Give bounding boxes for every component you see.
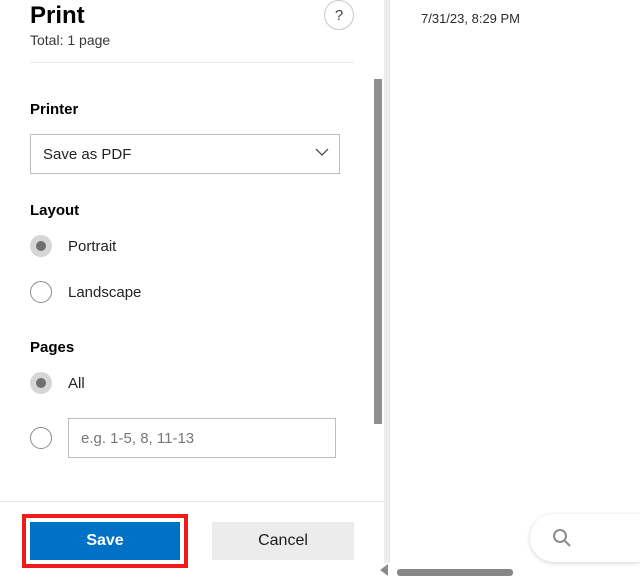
preview-timestamp: 7/31/23, 8:29 PM — [421, 11, 520, 26]
divider-bar — [384, 0, 390, 563]
layout-option-portrait[interactable]: Portrait — [30, 235, 354, 257]
panel-body: Printer Save as PDF Layout Portrait Land… — [0, 73, 384, 501]
tutorial-highlight: Save — [22, 514, 188, 568]
search-bubble[interactable] — [530, 514, 640, 562]
help-button[interactable]: ? — [324, 0, 354, 30]
pages-section-label: Pages — [30, 339, 354, 356]
header-divider — [30, 62, 354, 63]
page-title: Print — [30, 2, 354, 30]
search-icon — [552, 528, 572, 548]
layout-landscape-label: Landscape — [68, 284, 141, 301]
layout-option-landscape[interactable]: Landscape — [30, 281, 354, 303]
print-settings-panel: Print Total: 1 page ? Printer Save as PD… — [0, 0, 384, 580]
preview-horizontal-scrollbar[interactable] — [397, 569, 513, 576]
save-button[interactable]: Save — [30, 522, 180, 560]
pages-option-custom[interactable] — [30, 418, 354, 458]
radio-icon — [30, 372, 52, 394]
radio-icon — [30, 281, 52, 303]
printer-select-wrap: Save as PDF — [30, 134, 354, 174]
page-range-input[interactable] — [68, 418, 336, 458]
radio-icon — [30, 427, 52, 449]
layout-portrait-label: Portrait — [68, 238, 116, 255]
radio-icon — [30, 235, 52, 257]
page-count-label: Total: 1 page — [30, 32, 354, 48]
panel-divider — [384, 0, 391, 580]
layout-section-label: Layout — [30, 202, 354, 219]
pages-option-all[interactable]: All — [30, 372, 354, 394]
cancel-button[interactable]: Cancel — [212, 522, 354, 560]
printer-select[interactable]: Save as PDF — [30, 134, 340, 174]
printer-section-label: Printer — [30, 101, 354, 118]
print-preview-area: 7/31/23, 8:29 PM — [391, 0, 640, 580]
pages-all-label: All — [68, 375, 85, 392]
print-dialog-root: Print Total: 1 page ? Printer Save as PD… — [0, 0, 640, 580]
panel-footer: Save Cancel — [0, 501, 384, 580]
collapse-arrow-icon[interactable] — [380, 564, 388, 576]
panel-scrollbar[interactable] — [374, 79, 382, 424]
help-icon: ? — [335, 7, 343, 24]
panel-header: Print Total: 1 page ? — [0, 0, 384, 73]
